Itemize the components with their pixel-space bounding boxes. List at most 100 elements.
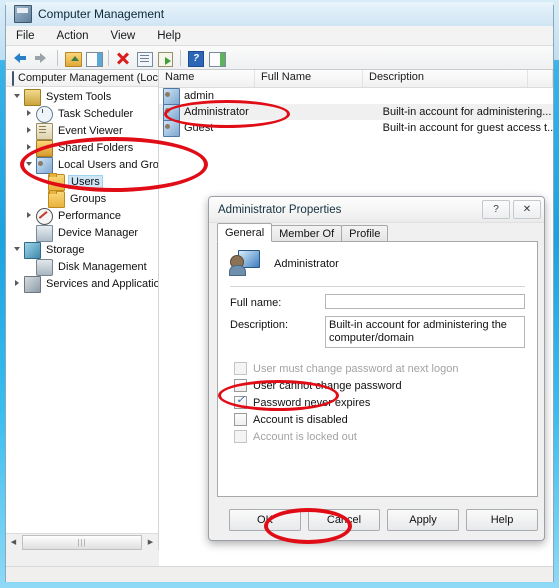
up-one-level-button[interactable] [62,48,82,68]
user-icon [163,87,180,105]
twisty-closed-icon[interactable] [12,276,24,292]
tree-item-groups[interactable]: Groups [48,189,108,208]
console-tree-body: System Tools Task Scheduler Event Viewer… [6,87,158,533]
tree-item-label: Disk Management [58,261,147,273]
scroll-left-arrow-icon[interactable]: ◀ [6,535,21,549]
folder-icon [48,172,65,191]
disk-icon [36,258,53,276]
scroll-right-arrow-icon[interactable]: ▶ [143,535,158,549]
tree-item-label: Services and Applications [46,278,159,290]
shared-folder-icon [36,139,53,157]
back-button[interactable] [11,48,31,68]
table-row[interactable]: Guest Built-in account for guest access … [159,119,553,137]
must-change-password-row[interactable]: User must change password at next logon [218,360,537,377]
tree-horizontal-scrollbar[interactable]: ◀ ||| ▶ [6,533,158,550]
twisty-closed-icon[interactable] [24,123,36,139]
password-never-expires-label: Password never expires [253,396,371,409]
device-manager-icon [36,224,53,242]
tab-general[interactable]: General [217,223,273,242]
tab-profile[interactable]: Profile [341,225,389,242]
show-hide-console-tree-button[interactable] [83,48,103,68]
account-locked-out-row[interactable]: Account is locked out [218,428,537,445]
tree-item-label: Local Users and Groups [58,159,159,171]
user-account-icon [229,250,260,278]
column-header-description[interactable]: Description [363,70,528,87]
toolbar-separator [108,49,109,66]
help-button[interactable]: ? [185,48,205,68]
twisty-open-icon[interactable] [24,157,36,173]
performance-icon [36,207,53,225]
menu-item-file[interactable]: File [14,29,37,43]
show-action-pane-button[interactable] [206,48,226,68]
table-row[interactable]: Administrator Built-in account for admin… [159,103,553,121]
tree-item-label: Storage [46,244,85,256]
account-locked-out-label: Account is locked out [253,430,357,443]
tree-item-task-scheduler[interactable]: Task Scheduler [24,105,135,123]
forward-button[interactable] [32,48,52,68]
menu-item-help[interactable]: Help [155,29,183,43]
tree-item-label: Users [68,175,103,189]
ok-button[interactable]: OK [229,509,301,531]
tab-member-of[interactable]: Member Of [271,225,343,242]
user-disabled-icon [163,119,180,137]
toolbar-separator [180,49,181,66]
twisty-closed-icon[interactable] [24,106,36,122]
tree-item-local-users-and-groups[interactable]: Local Users and Groups [24,156,159,174]
tree-item-services-and-applications[interactable]: Services and Applications [12,275,159,293]
console-tree-pane: Computer Management (Local System Tools … [6,70,159,550]
tree-item-label: Event Viewer [58,125,123,137]
cannot-change-password-row[interactable]: User cannot change password [218,377,537,394]
mmc-console-icon [12,70,14,86]
menu-bar: File Action View Help [6,26,553,46]
column-header-full-name[interactable]: Full Name [255,70,363,87]
column-header-filler [528,70,553,87]
full-name-field[interactable] [325,294,525,309]
tree-item-device-manager[interactable]: Device Manager [36,224,140,242]
dialog-tab-strip: General Member Of Profile [217,223,538,242]
account-header-row: Administrator [218,242,537,286]
cell-name: Administrator [184,106,249,118]
description-field[interactable]: Built-in account for administering the c… [325,316,525,348]
tree-item-users[interactable]: Users [48,172,103,191]
description-label: Description: [230,319,289,331]
tree-item-system-tools[interactable]: System Tools [12,88,113,106]
tree-item-shared-folders[interactable]: Shared Folders [24,139,135,157]
tree-item-performance[interactable]: Performance [24,207,123,225]
password-never-expires-checkbox[interactable]: ✓ [234,395,247,409]
twisty-closed-icon[interactable] [24,208,36,224]
scrollbar-thumb[interactable]: ||| [22,534,142,550]
description-row: Description: Built-in account for admini… [218,309,537,348]
export-list-button[interactable] [155,48,175,68]
cell-name: Guest [184,122,214,134]
tree-item-storage[interactable]: Storage [12,241,87,259]
twisty-closed-icon[interactable] [24,140,36,156]
close-icon[interactable]: ✕ [513,200,541,219]
help-button[interactable]: Help [466,509,538,531]
menu-item-action[interactable]: Action [55,29,91,43]
account-disabled-label: Account is disabled [253,413,348,426]
status-bar [6,566,553,582]
menu-item-view[interactable]: View [109,29,138,43]
account-disabled-row[interactable]: Account is disabled [218,411,537,428]
user-disabled-icon [163,103,180,121]
tree-item-event-viewer[interactable]: Event Viewer [24,122,125,140]
console-tree-header: Computer Management (Local [6,70,158,87]
storage-icon [24,241,41,259]
twisty-open-icon[interactable] [12,242,24,258]
table-row[interactable]: admin [159,87,553,105]
apply-button[interactable]: Apply [387,509,459,531]
services-icon [24,275,41,293]
cancel-button[interactable]: Cancel [308,509,380,531]
cell-description: Built-in account for guest access t... [382,122,553,134]
help-icon[interactable]: ? [482,200,510,219]
delete-button[interactable] [113,48,133,68]
tree-item-disk-management[interactable]: Disk Management [36,258,149,276]
account-disabled-checkbox[interactable] [234,413,247,426]
column-header-name[interactable]: Name [159,70,255,87]
password-never-expires-row[interactable]: ✓ Password never expires [218,394,537,411]
account-name-label: Administrator [274,258,339,270]
cannot-change-password-checkbox[interactable] [234,379,247,392]
general-tab-page: Administrator Full name: Description: Bu… [217,241,538,497]
properties-button[interactable] [134,48,154,68]
twisty-open-icon[interactable] [12,89,24,105]
